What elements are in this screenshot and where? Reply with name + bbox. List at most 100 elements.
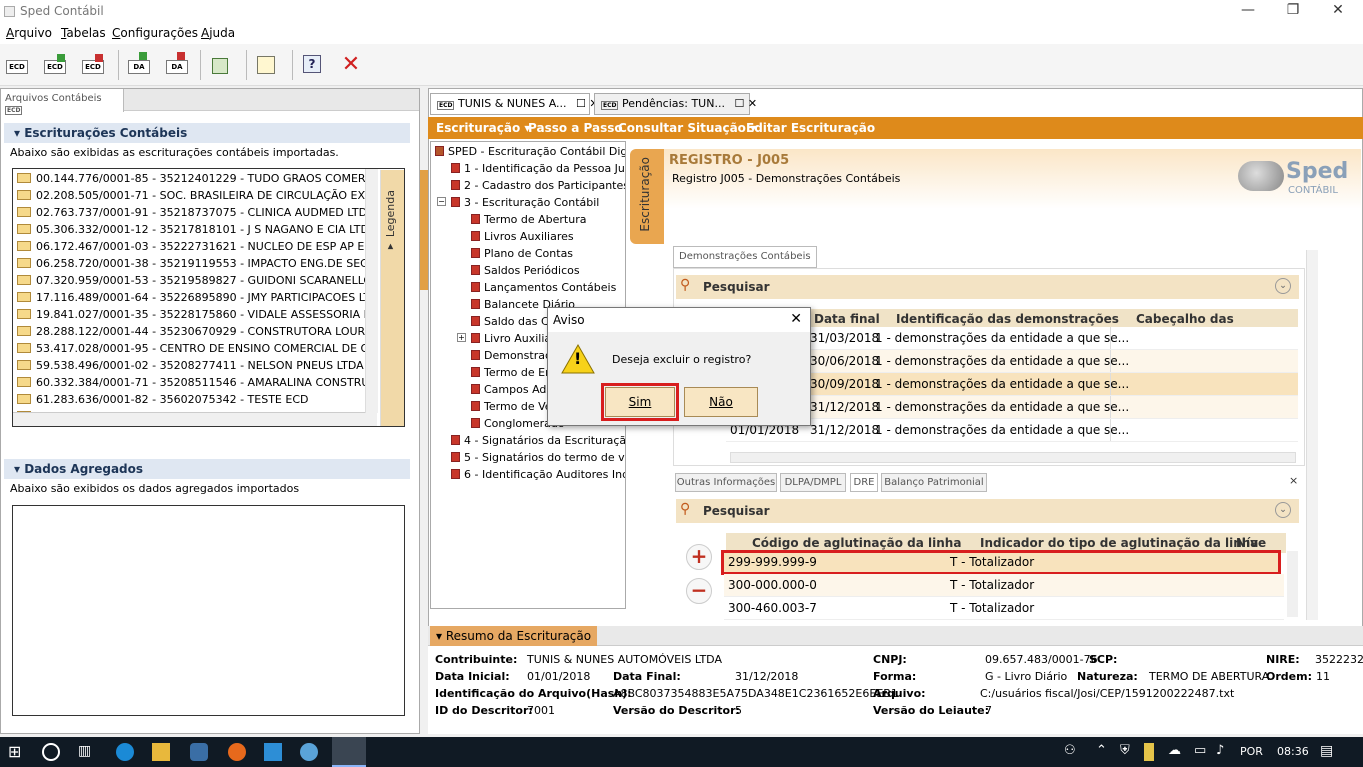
tab-restore-icon[interactable]: ☐	[576, 97, 586, 110]
tree-root[interactable]: SPED - Escrituração Contábil Digital	[435, 145, 625, 158]
col-data-final[interactable]: Data final	[814, 312, 880, 326]
windows-start-icon[interactable]: ⊞	[8, 743, 26, 761]
sped-contabil-taskbar-button[interactable]	[332, 737, 366, 767]
vertical-scrollbar[interactable]	[365, 169, 378, 413]
col-codigo[interactable]: Código de aglutinação da linha	[752, 536, 961, 550]
tree-node[interactable]: Plano de Contas	[471, 247, 573, 260]
edge-icon[interactable]	[116, 743, 134, 761]
tree-node[interactable]: 2 - Cadastro dos Participantes	[451, 179, 625, 192]
language-indicator[interactable]: POR	[1240, 745, 1263, 758]
search-bar-demonstracoes[interactable]: ⚲ Pesquisar ⌄	[676, 275, 1299, 299]
dre-row[interactable]: 300-460.003-7 T - Totalizador	[724, 597, 1284, 620]
tab-pendencias[interactable]: ECD Pendências: TUN... ☐ ✕	[594, 93, 757, 115]
dre-row[interactable]: 299-999.999-9 T - Totalizador	[721, 550, 1281, 575]
dialog-close-icon[interactable]: ✕	[790, 311, 802, 327]
tree-node[interactable]: 5 - Signatários do termo de verificação	[451, 451, 625, 464]
postgres-icon[interactable]	[190, 743, 208, 761]
subtab[interactable]: DLPA/DMPL	[780, 473, 846, 492]
escrituracao-list-item[interactable]: 17.116.489/0001-64 - 35226895890 - JMY P…	[13, 289, 365, 306]
col-nivel[interactable]: Níve	[1236, 536, 1266, 550]
escrituracoes-list[interactable]: 00.144.776/0001-85 - 35212401229 - TUDO …	[12, 168, 405, 427]
menu-configuracoes[interactable]: Configurações	[112, 26, 198, 40]
dre-vscroll[interactable]	[1287, 551, 1298, 617]
file-explorer-icon[interactable]	[152, 743, 170, 761]
menu-arquivo[interactable]: Arquivo	[6, 26, 52, 40]
tree-node[interactable]: Saldos Periódicos	[471, 264, 580, 277]
tab-arquivos-contabeis[interactable]: Arquivos Contábeis ECD	[1, 89, 124, 115]
section-escrituracoes[interactable]: ▾ Escriturações Contábeis	[4, 123, 410, 143]
splitter-handle[interactable]	[420, 170, 428, 290]
clock[interactable]: 08:36	[1277, 745, 1309, 758]
tab-demonstracoes-contabeis[interactable]: Demonstrações Contábeis	[673, 246, 817, 268]
chevron-down-icon[interactable]: ⌄	[1275, 278, 1291, 294]
demonstracoes-hscroll[interactable]	[730, 452, 1296, 463]
escrituracao-list-item[interactable]: 61.283.636/0001-82 - 35602075342 - TESTE…	[13, 391, 365, 408]
escrituracao-list-item[interactable]: 59.538.496/0001-02 - 35208277411 - NELSO…	[13, 357, 365, 374]
escrituracao-list-item[interactable]: 60.332.384/0001-71 - 35208511546 - AMARA…	[13, 374, 365, 391]
demonstracao-row[interactable]: 01/01/2018 31/12/2018 1 - demonstrações da…	[726, 419, 1298, 442]
legenda-panel[interactable]: ▾ Legenda	[380, 170, 404, 426]
col-indicador[interactable]: Indicador do tipo de aglutinação da linh…	[980, 536, 1258, 550]
menu-editar-escrituracao[interactable]: Editar Escrituração	[746, 121, 875, 135]
resumo-tab[interactable]: ▾ Resumo da Escrituração	[430, 626, 598, 646]
demonstracao-row[interactable]: 31/03/2018 1 - demonstrações da entidade …	[726, 327, 1298, 350]
escrituracao-list-item[interactable]: 06.172.467/0001-03 - 35222731621 - NUCLE…	[13, 238, 365, 255]
people-icon[interactable]: ⚇	[1064, 743, 1082, 761]
chevron-down-icon[interactable]: ⌄	[1275, 502, 1291, 518]
escrituracao-list-item[interactable]: 02.763.737/0001-91 - 35218737075 - CLINI…	[13, 204, 365, 221]
demonstracao-row[interactable]: 30/06/2018 1 - demonstrações da entidade …	[726, 350, 1298, 373]
network-icon[interactable]: ▭	[1194, 743, 1212, 761]
close-window-icon[interactable]: ✕	[1315, 0, 1361, 22]
ecd-new-icon[interactable]: ECD	[4, 52, 30, 78]
sim-button[interactable]: Sim	[605, 387, 675, 417]
search-bar-dre[interactable]: ⚲ Pesquisar ⌄	[676, 499, 1299, 523]
tray-app-icon[interactable]	[1144, 743, 1154, 761]
export-icon[interactable]	[208, 52, 234, 78]
horizontal-scrollbar[interactable]	[13, 412, 377, 426]
tree-node[interactable]: Termo de Abertura	[471, 213, 586, 226]
escrituracao-list-item[interactable]: 28.288.122/0001-44 - 35230670929 - CONST…	[13, 323, 365, 340]
menu-ajuda[interactable]: Ajuda	[201, 26, 235, 40]
subtab[interactable]: DRE	[850, 473, 878, 492]
help-icon[interactable]: ?	[300, 52, 326, 78]
tree-node[interactable]: 6 - Identificação Auditores Independente…	[451, 468, 625, 481]
tree-node[interactable]: 4 - Signatários da Escrituração	[451, 434, 625, 447]
da-delete-icon[interactable]: DA	[164, 52, 190, 78]
escrituracao-list-item[interactable]: 00.144.776/0001-85 - 35212401229 - TUDO …	[13, 170, 365, 187]
app-icon-2[interactable]	[300, 743, 318, 761]
menu-escrituracao[interactable]: Escrituração ▾	[436, 121, 530, 135]
minimize-icon[interactable]: —	[1225, 0, 1271, 22]
section-dados-agregados[interactable]: ▾ Dados Agregados	[4, 459, 410, 479]
demonstracao-row[interactable]: 30/09/2018 1 - demonstrações da entidade …	[726, 373, 1298, 396]
agregados-list[interactable]	[12, 505, 405, 716]
tree-node[interactable]: Lançamentos Contábeis	[471, 281, 616, 294]
escrituracao-list-item[interactable]: 07.320.959/0001-53 - 35219589827 - GUIDO…	[13, 272, 365, 289]
add-row-button[interactable]: +	[686, 544, 712, 570]
escrituracao-list-item[interactable]: 02.208.505/0001-71 - SOC. BRASILEIRA DE …	[13, 187, 365, 204]
tray-chevron-icon[interactable]: ⌃	[1096, 743, 1114, 761]
task-view-icon[interactable]: ▥	[78, 743, 96, 761]
ecd-delete-icon[interactable]: ECD	[80, 52, 106, 78]
dre-row[interactable]: 300-000.000-0 T - Totalizador	[724, 574, 1284, 597]
escrituracao-list-item[interactable]: 19.841.027/0001-35 - 35228175860 - VIDAL…	[13, 306, 365, 323]
menu-consultar-situacao[interactable]: Consultar Situação ▾	[618, 121, 756, 135]
collapse-icon[interactable]: −	[437, 197, 446, 206]
tree-node[interactable]: Livros Auxiliares	[471, 230, 574, 243]
firefox-icon[interactable]	[228, 743, 246, 761]
escrituracao-list-item[interactable]: 53.417.028/0001-95 - CENTRO DE ENSINO CO…	[13, 340, 365, 357]
cloud-icon[interactable]: ☁	[1168, 743, 1186, 761]
close-red-icon[interactable]: ✕	[338, 52, 364, 78]
tab-restore-icon[interactable]: ☐	[734, 97, 744, 110]
tab-close-icon[interactable]: ✕	[748, 97, 757, 110]
escrituracao-list-item[interactable]: 05.306.332/0001-12 - 35217818101 - J S N…	[13, 221, 365, 238]
notifications-icon[interactable]: ▤	[1320, 743, 1338, 761]
subtab[interactable]: Balanço Patrimonial	[881, 473, 987, 492]
search-taskbar-icon[interactable]	[42, 743, 60, 761]
tree-node[interactable]: 3 - Escrituração Contábil	[451, 196, 599, 209]
subtab[interactable]: Outras Informações	[675, 473, 777, 492]
da-import-icon[interactable]: DA	[126, 52, 152, 78]
content-vscroll[interactable]	[1306, 250, 1318, 620]
escrituracao-list-item[interactable]: 06.258.720/0001-38 - 35219119553 - IMPAC…	[13, 255, 365, 272]
expand-icon[interactable]: +	[457, 333, 466, 342]
menu-passo-a-passo[interactable]: Passo a Passo	[528, 121, 623, 135]
